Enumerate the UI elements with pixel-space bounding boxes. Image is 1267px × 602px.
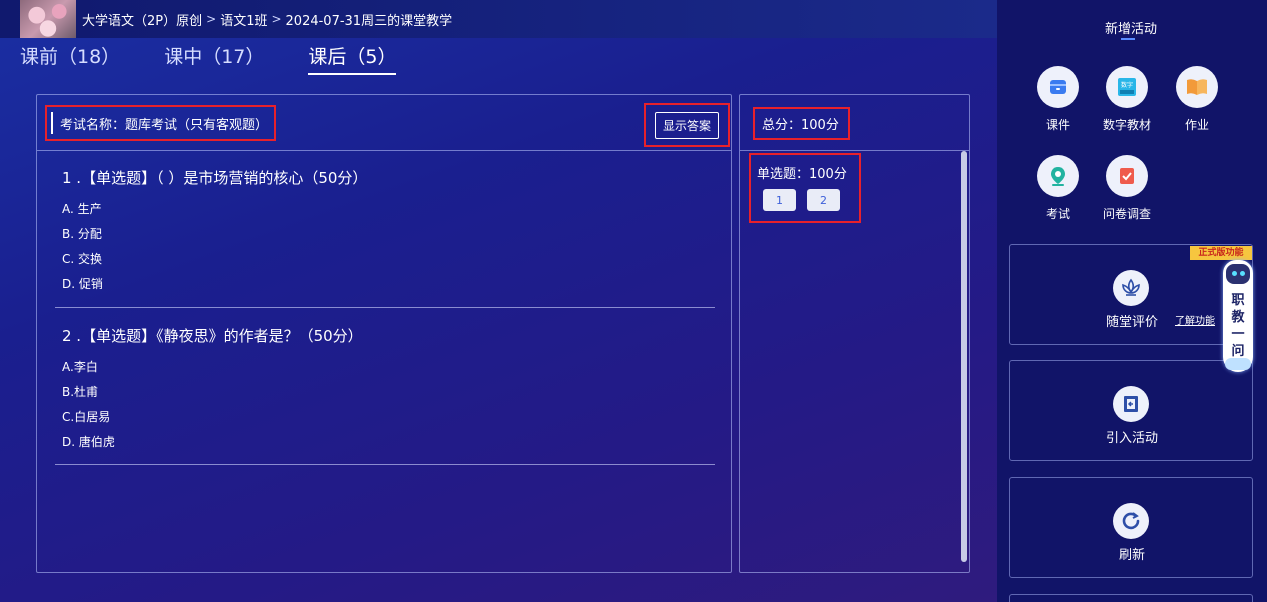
assistant-name: 职 教 一 问 bbox=[1223, 292, 1253, 360]
breadcrumb-lesson: 2024-07-31周三的课堂教学 bbox=[285, 13, 453, 29]
exam-panel-header: 考试名称：题库考试（只有客观题） 显示答案 bbox=[37, 95, 731, 151]
exam-pin-icon bbox=[1037, 155, 1079, 197]
exam-name-highlight: 考试名称：题库考试（只有客观题） bbox=[45, 105, 276, 141]
exam-panel: 考试名称：题库考试（只有客观题） 显示答案 1 .【单选题】（ ）是市场营销的核… bbox=[36, 94, 732, 573]
question-option: A.李白 bbox=[62, 360, 98, 374]
assistant-name-char: 一 bbox=[1231, 327, 1245, 342]
robot-eye bbox=[1232, 271, 1237, 276]
activity-survey[interactable]: 问卷调查 bbox=[1097, 155, 1157, 222]
question-item: 1 .【单选题】（ ）是市场营销的核心（50分） A. 生产 B. 分配 C. … bbox=[62, 167, 714, 301]
single-choice-score: 单选题：100分 bbox=[757, 167, 847, 182]
question-divider bbox=[55, 464, 715, 465]
official-version-badge: 正式版功能 bbox=[1190, 246, 1252, 260]
total-score: 总分：100分 bbox=[753, 107, 850, 140]
tab-after-class[interactable]: 课后（5） bbox=[308, 42, 397, 75]
activity-label: 课件 bbox=[1045, 118, 1070, 132]
scrollbar-thumb[interactable] bbox=[961, 151, 967, 562]
question-title: 1 .【单选题】（ ）是市场营销的核心（50分） bbox=[62, 169, 368, 187]
breadcrumb: 大学语文（2P）原创 > 语文1班 > 2024-07-31周三的课堂教学 bbox=[82, 10, 452, 29]
breadcrumb-course[interactable]: 大学语文（2P）原创 bbox=[82, 10, 202, 29]
card-label: 随堂评价 bbox=[1105, 315, 1158, 330]
lotus-icon bbox=[1113, 270, 1149, 306]
card-label: 引入活动 bbox=[1105, 431, 1158, 446]
question-option: B.杜甫 bbox=[62, 385, 99, 399]
question-number-button[interactable]: 1 bbox=[763, 189, 796, 211]
breadcrumb-class[interactable]: 语文1班 bbox=[220, 10, 267, 29]
question-option: D. 唐伯虎 bbox=[62, 435, 115, 449]
import-icon bbox=[1113, 386, 1149, 422]
homework-book-icon bbox=[1176, 66, 1218, 108]
card-refresh[interactable]: 刷新 bbox=[1009, 477, 1253, 578]
top-bar: 大学语文（2P）原创 > 语文1班 > 2024-07-31周三的课堂教学 bbox=[0, 0, 997, 38]
robot-head-icon bbox=[1226, 264, 1250, 284]
learn-feature-link[interactable]: 了解功能 bbox=[1175, 312, 1215, 327]
robot-eye bbox=[1240, 271, 1245, 276]
activity-sidebar: 新增活动 课件 数字 数字教材 作业 考试 问卷调查 随堂评价 了解功能 引入活… bbox=[997, 0, 1267, 602]
activity-homework[interactable]: 作业 bbox=[1167, 66, 1227, 133]
digital-textbook-icon-text: 数字 bbox=[1121, 81, 1133, 89]
question-item: 2 .【单选题】《静夜思》的作者是？（50分） A.李白 B.杜甫 C.白居易 … bbox=[62, 325, 714, 459]
refresh-icon bbox=[1113, 503, 1149, 539]
robot-body: 职 教 一 问 bbox=[1223, 260, 1253, 372]
score-panel-header: 总分：100分 bbox=[740, 95, 969, 151]
question-option: D. 促销 bbox=[62, 277, 103, 291]
activity-digital-textbook[interactable]: 数字 数字教材 bbox=[1097, 66, 1157, 133]
card-partial bbox=[1009, 594, 1253, 602]
show-answer-highlight: 显示答案 bbox=[644, 103, 730, 147]
single-choice-group: 单选题：100分 1 2 bbox=[749, 153, 861, 223]
show-answer-button[interactable]: 显示答案 bbox=[654, 111, 719, 139]
courseware-icon bbox=[1037, 66, 1079, 108]
question-title: 2 .【单选题】《静夜思》的作者是？（50分） bbox=[62, 327, 363, 345]
tab-during-class[interactable]: 课中（17） bbox=[164, 42, 264, 75]
assistant-name-char: 教 bbox=[1231, 310, 1245, 325]
activity-label: 作业 bbox=[1184, 118, 1209, 132]
score-panel: 总分：100分 单选题：100分 1 2 bbox=[739, 94, 970, 573]
phase-tabs: 课前（18） 课中（17） 课后（5） bbox=[20, 42, 440, 75]
exam-name-accent-bar bbox=[51, 112, 53, 134]
question-option: B. 分配 bbox=[62, 227, 102, 241]
survey-icon bbox=[1106, 155, 1148, 197]
card-label: 刷新 bbox=[1118, 548, 1145, 563]
breadcrumb-separator: > bbox=[271, 12, 282, 26]
main-area: 大学语文（2P）原创 > 语文1班 > 2024-07-31周三的课堂教学 课前… bbox=[0, 0, 997, 602]
activity-label: 考试 bbox=[1045, 207, 1070, 221]
question-number-button[interactable]: 2 bbox=[807, 189, 840, 211]
question-divider bbox=[55, 307, 715, 308]
activity-label: 数字教材 bbox=[1102, 118, 1151, 132]
scrollbar[interactable] bbox=[961, 151, 967, 562]
course-thumbnail bbox=[20, 0, 76, 38]
breadcrumb-separator: > bbox=[206, 12, 217, 26]
sidebar-title-underline bbox=[1121, 38, 1135, 40]
question-option: C. 交换 bbox=[62, 252, 103, 266]
activity-courseware[interactable]: 课件 bbox=[1028, 66, 1088, 133]
exam-name: 考试名称：题库考试（只有客观题） bbox=[60, 117, 269, 133]
assistant-name-char: 职 bbox=[1231, 293, 1245, 308]
sidebar-title: 新增活动 bbox=[1104, 22, 1157, 37]
card-import-activity[interactable]: 引入活动 bbox=[1009, 360, 1253, 461]
robot-foot bbox=[1225, 358, 1251, 370]
assistant-robot-button[interactable]: 正式版功能 职 教 一 问 bbox=[1190, 246, 1253, 374]
activity-label: 问卷调查 bbox=[1102, 207, 1151, 221]
digital-textbook-icon: 数字 bbox=[1106, 66, 1148, 108]
question-option: A. 生产 bbox=[62, 202, 102, 216]
question-option: C.白居易 bbox=[62, 410, 111, 424]
tab-before-class[interactable]: 课前（18） bbox=[20, 42, 120, 75]
activity-exam[interactable]: 考试 bbox=[1028, 155, 1088, 222]
